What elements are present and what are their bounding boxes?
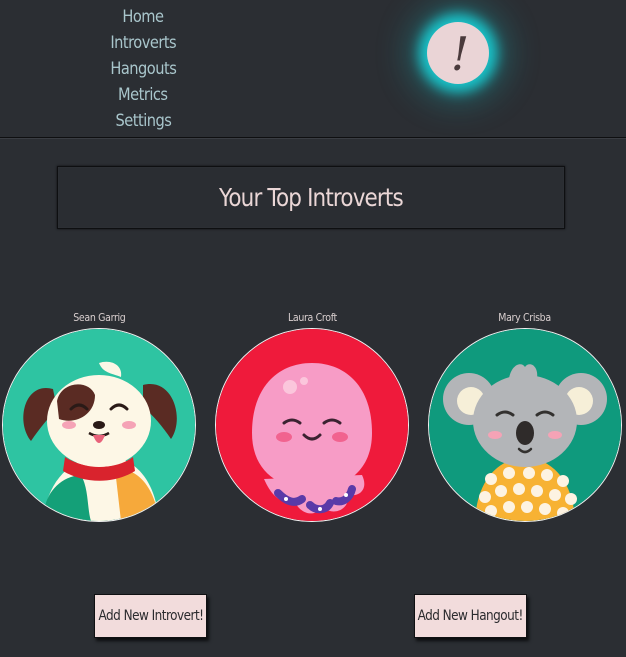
add-hangout-label: Add New Hangout! (417, 608, 524, 624)
dog-avatar-icon[interactable] (2, 328, 196, 522)
add-introvert-button[interactable]: Add New Introvert! (94, 594, 207, 638)
nav-item-metrics[interactable]: Metrics (118, 82, 168, 108)
title-panel: Your Top Introverts (57, 166, 565, 229)
nav-item-hangouts[interactable]: Hangouts (110, 56, 176, 82)
page-title: Your Top Introverts (219, 183, 404, 212)
top-header: Home Introverts Hangouts Metrics Setting… (0, 0, 626, 138)
nav-item-home[interactable]: Home (122, 4, 164, 30)
introvert-card[interactable]: Mary Crisba (428, 311, 622, 522)
logo-glyph: ! (450, 27, 470, 81)
nav-item-introverts[interactable]: Introverts (110, 30, 176, 56)
introvert-name: Laura Croft (287, 311, 337, 324)
nav-item-settings[interactable]: Settings (115, 108, 171, 134)
introvert-card[interactable]: Laura Croft (215, 311, 409, 522)
introvert-name: Sean Garrig (72, 311, 126, 324)
octopus-avatar-icon[interactable] (215, 328, 409, 522)
koala-avatar-icon[interactable] (428, 328, 622, 522)
exclamation-logo-icon[interactable]: ! (427, 22, 489, 84)
introvert-name: Mary Crisba (498, 311, 552, 324)
add-hangout-button[interactable]: Add New Hangout! (414, 594, 527, 638)
main-nav: Home Introverts Hangouts Metrics Setting… (93, 4, 193, 134)
add-introvert-label: Add New Introvert! (98, 608, 203, 624)
introvert-card[interactable]: Sean Garrig (2, 311, 196, 522)
